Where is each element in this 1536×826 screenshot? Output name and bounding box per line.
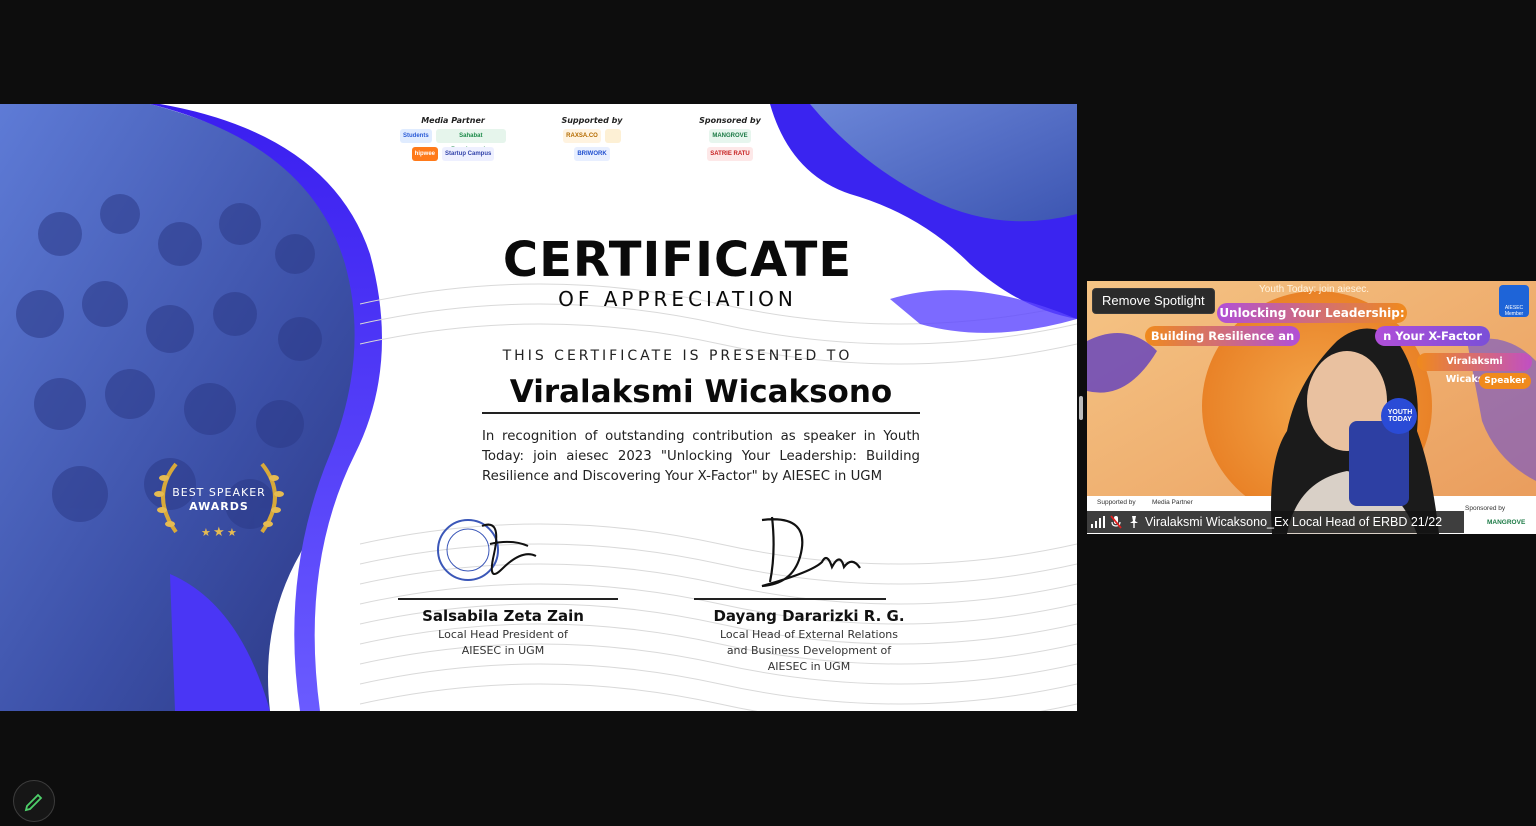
bottom-supported-label: Supported by [1097, 499, 1136, 506]
aiesec-badge: AIESEC Member [1499, 285, 1529, 317]
bottom-media-label: Media Partner [1152, 499, 1193, 506]
signer-2-name: Dayang Dararizki R. G. [713, 607, 905, 625]
pin-icon [1130, 516, 1138, 528]
students-logo: Students [400, 129, 432, 143]
media-partner-block: Media Partner Students Sahabat Berwiraus… [400, 116, 506, 161]
certificate-subtitle: OF APPRECIATION [558, 287, 797, 311]
sahabat-logo: Sahabat Berwirausaha [435, 129, 506, 153]
best-speaker-badge: BEST SPEAKER AWARDS [146, 486, 292, 514]
signature-stamp-1 [437, 519, 537, 581]
certificate-title: CERTIFICATE [502, 232, 853, 288]
signer-1-role: Local Head President of AIESEC in UGM [398, 627, 608, 659]
startup-campus-logo: Startup Campus [442, 147, 495, 161]
svg-text:★: ★ [201, 526, 211, 539]
briwork-logo: BRIWORK [574, 147, 610, 161]
spotlight-video-tile[interactable]: Unlocking Your Leadership: Youth Today: … [1087, 281, 1536, 534]
banner-top: Youth Today: join aiesec. [1259, 284, 1370, 295]
shared-screen-certificate: Media Partner Students Sahabat Berwiraus… [0, 104, 1077, 711]
presented-to-label: THIS CERTIFICATE IS PRESENTED TO [502, 348, 853, 364]
mic-muted-icon [1110, 515, 1122, 529]
annotate-button[interactable] [13, 780, 55, 822]
bottom-mangrove-logo: MANGROVE [1487, 519, 1526, 526]
hipwee-logo: hipwee [411, 147, 438, 161]
badge-line1: BEST SPEAKER [172, 486, 266, 499]
participant-name-bar: Viralaksmi Wicaksono_Ex Local Head of ER… [1087, 511, 1464, 533]
signer-1-name: Salsabila Zeta Zain [422, 607, 584, 625]
signer-1-role-line: Local Head President of [438, 628, 568, 641]
crest-logo [604, 129, 621, 143]
bottom-sponsored-label: Sponsored by [1465, 505, 1506, 512]
supported-by-block: Supported by RAXSA.CO BRIWORK [540, 116, 644, 161]
tag-name: Viralaksmi Wicaksono [1417, 353, 1532, 385]
remove-spotlight-button[interactable]: Remove Spotlight [1092, 288, 1215, 314]
sponsored-by-label: Sponsored by [699, 116, 761, 125]
recipient-name: Viralaksmi Wicaksono [482, 374, 920, 414]
sponsored-by-block: Sponsored by MANGROVE SATRIE RATU [690, 116, 770, 161]
signature-line-1 [398, 598, 618, 600]
signer-1-role-line: AIESEC in UGM [461, 644, 545, 657]
satrie-ratu-logo: SATRIE RATU [707, 147, 753, 161]
banner-line2: Building Resilience an [1145, 326, 1300, 346]
signer-2-role: Local Head of External Relations and Bus… [694, 627, 924, 675]
signer-2-role-line: and Business Development of [726, 644, 892, 657]
signature-2 [761, 516, 861, 588]
certificate-body-text: In recognition of outstanding contributi… [482, 429, 920, 484]
raxsa-logo: RAXSA.CO [563, 129, 601, 143]
signature-line-2 [694, 598, 886, 600]
svg-text:★: ★ [227, 526, 237, 539]
signer-2-role-line: AIESEC in UGM [767, 660, 851, 673]
trophy-text: YOUTH TODAY [1387, 409, 1413, 423]
participant-name: Viralaksmi Wicaksono_Ex Local Head of ER… [1145, 515, 1443, 529]
resize-handle[interactable] [1079, 396, 1083, 420]
banner-line2b: n Your X-Factor [1375, 326, 1490, 346]
svg-text:★: ★ [213, 525, 225, 540]
mangrove-logo: MANGROVE [709, 129, 751, 143]
tag-role: Speaker [1479, 373, 1531, 389]
signer-2-role-line: Local Head of External Relations [719, 628, 898, 641]
signal-icon [1091, 516, 1105, 528]
supported-by-label: Supported by [561, 116, 623, 125]
badge-line2: AWARDS [189, 500, 249, 513]
banner-line1: Unlocking Your Leadership: [1217, 303, 1407, 323]
media-partner-label: Media Partner [421, 116, 485, 125]
crowd-photo [0, 104, 400, 711]
pencil-icon [24, 793, 43, 812]
